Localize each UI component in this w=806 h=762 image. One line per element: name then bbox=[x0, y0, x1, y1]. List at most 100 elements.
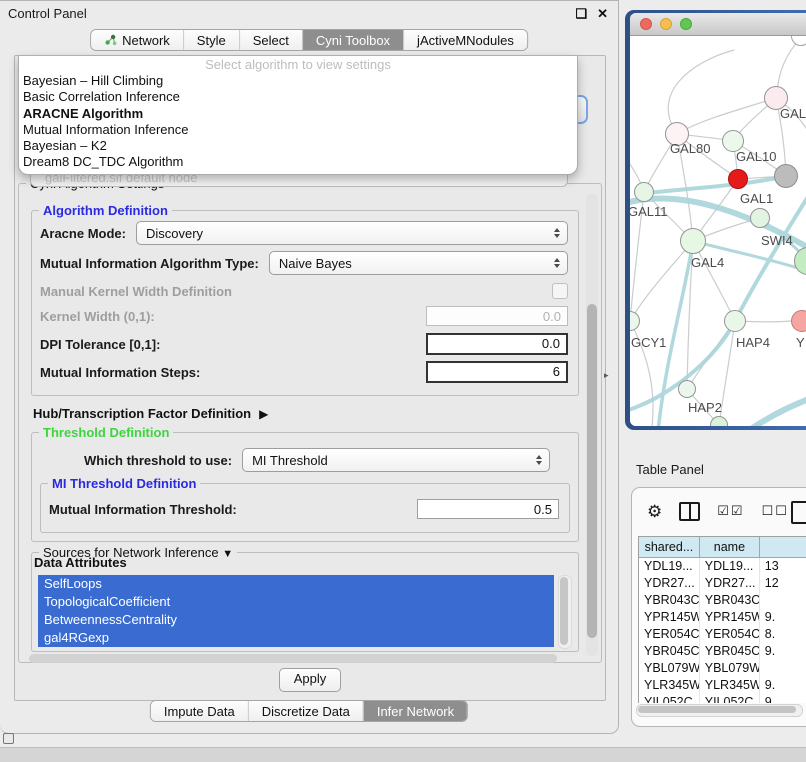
node-label-hap2: HAP2 bbox=[688, 400, 722, 415]
column-header-partial[interactable] bbox=[760, 537, 806, 558]
aracne-mode-value: Discovery bbox=[146, 226, 203, 241]
cyni-bottom-tab-bar: Impute Data Discretize Data Infer Networ… bbox=[150, 700, 468, 722]
settings-vertical-scrollbar[interactable] bbox=[586, 194, 598, 656]
list-item[interactable]: SelfLoops bbox=[38, 575, 554, 593]
table-cell: 9. bbox=[760, 609, 806, 626]
float-window-icon[interactable]: ❑ bbox=[575, 7, 587, 20]
network-canvas[interactable]: GAL GAL80 GAL10 GAL1 GAL11 SWI4 GAL4 GCY… bbox=[630, 36, 806, 426]
deselect-all-checks-icon[interactable]: ☐☐ bbox=[762, 503, 789, 519]
hub-definition-expander[interactable]: Hub/Transcription Factor Definition ▶ bbox=[33, 406, 268, 421]
which-threshold-label: Which threshold to use: bbox=[84, 453, 232, 468]
node-label-swi4: SWI4 bbox=[761, 233, 793, 248]
tab-infer-network[interactable]: Infer Network bbox=[363, 701, 467, 721]
table-row[interactable]: YBR045C YBR045C 9. bbox=[639, 643, 806, 660]
algorithm-option[interactable]: Mutual Information Inference bbox=[19, 122, 577, 138]
tab-select[interactable]: Select bbox=[239, 30, 302, 50]
column-header-name[interactable]: name bbox=[700, 537, 760, 558]
tab-network[interactable]: Network bbox=[91, 30, 183, 50]
attributes-list-scrollbar[interactable] bbox=[558, 575, 572, 649]
settings-scrollbar-thumb[interactable] bbox=[587, 304, 597, 638]
apply-button[interactable]: Apply bbox=[279, 668, 342, 692]
tab-cyni-toolbox[interactable]: Cyni Toolbox bbox=[302, 30, 403, 50]
table-cell: 9. bbox=[760, 677, 806, 694]
node-label-gal4: GAL4 bbox=[691, 255, 724, 270]
node-salmon-partial[interactable] bbox=[791, 310, 806, 332]
tab-jactivemnodules[interactable]: jActiveMNodules bbox=[403, 30, 527, 50]
node-swi4[interactable] bbox=[750, 208, 770, 228]
tab-discretize-data-label: Discretize Data bbox=[262, 704, 350, 719]
table-row[interactable]: YDR27... YDR27... 12 bbox=[639, 575, 806, 592]
algorithm-option-selected[interactable]: ARACNE Algorithm bbox=[19, 106, 577, 122]
node-label-gal-partial: GAL bbox=[780, 106, 806, 121]
which-threshold-combo[interactable]: MI Threshold bbox=[242, 448, 550, 472]
node-label-y-partial: Y bbox=[796, 335, 805, 350]
node-gal11[interactable] bbox=[634, 182, 654, 202]
columns-icon[interactable] bbox=[679, 502, 700, 521]
table-cell: YER054C bbox=[700, 626, 760, 643]
node-hap2[interactable] bbox=[678, 380, 696, 398]
mi-type-label: Mutual Information Algorithm Type: bbox=[40, 256, 259, 271]
algorithm-option[interactable]: Bayesian – Hill Climbing bbox=[19, 73, 577, 89]
node-hap4[interactable] bbox=[724, 310, 746, 332]
algorithm-definition-legend: Algorithm Definition bbox=[39, 203, 172, 218]
list-item[interactable]: gal4RGexp bbox=[38, 629, 554, 647]
manual-kernel-checkbox[interactable] bbox=[552, 283, 568, 299]
mi-steps-field[interactable]: 6 bbox=[426, 361, 568, 383]
list-item[interactable]: TopologicalCoefficient bbox=[38, 593, 554, 611]
table-row[interactable]: YBR043C YBR043C bbox=[639, 592, 806, 609]
node-table: shared... name YDL19... YDL19... 13 YDR2… bbox=[638, 536, 806, 703]
tab-select-label: Select bbox=[253, 33, 289, 48]
table-row[interactable]: YIL052C YIL052C 9. bbox=[639, 694, 806, 703]
collapsed-panel-icon[interactable] bbox=[3, 733, 14, 744]
table-cell: YLR345W bbox=[700, 677, 760, 694]
mi-type-combo[interactable]: Naive Bayes bbox=[269, 251, 568, 275]
node-gal1[interactable] bbox=[728, 169, 748, 189]
algorithm-definition-group: Algorithm Definition Aracne Mode: Discov… bbox=[31, 210, 579, 396]
table-row[interactable]: YPR145W YPR145W 9. bbox=[639, 609, 806, 626]
mi-threshold-field[interactable]: 0.5 bbox=[417, 499, 559, 519]
table-horizontal-scrollbar[interactable] bbox=[636, 704, 803, 717]
list-item[interactable]: BetweennessCentrality bbox=[38, 611, 554, 629]
column-header-shared-name[interactable]: shared... bbox=[639, 537, 700, 558]
node-label-gal11: GAL11 bbox=[630, 204, 668, 219]
table-toolbar: ⚙ ☑☑ ☐☐ bbox=[632, 488, 806, 534]
mi-threshold-group: MI Threshold Definition Mutual Informati… bbox=[40, 483, 570, 533]
minimize-traffic-light[interactable] bbox=[660, 18, 672, 30]
node-gray[interactable] bbox=[774, 164, 798, 188]
dpi-tolerance-field[interactable]: 0.0 bbox=[426, 333, 568, 355]
table-cell: YDR27... bbox=[639, 575, 700, 592]
tab-discretize-data[interactable]: Discretize Data bbox=[248, 701, 363, 721]
close-traffic-light[interactable] bbox=[640, 18, 652, 30]
table-header-row: shared... name bbox=[639, 537, 806, 558]
tab-cyni-toolbox-label: Cyni Toolbox bbox=[316, 33, 390, 48]
table-cell: YBR045C bbox=[639, 643, 700, 660]
table-row[interactable]: YDL19... YDL19... 13 bbox=[639, 558, 806, 575]
node-gal4[interactable] bbox=[680, 228, 706, 254]
table-row[interactable]: YLR345W YLR345W 9. bbox=[639, 677, 806, 694]
tab-style[interactable]: Style bbox=[183, 30, 239, 50]
table-cell: 9. bbox=[760, 694, 806, 703]
settings-horizontal-scrollbar[interactable] bbox=[29, 654, 557, 663]
gear-icon[interactable]: ⚙ bbox=[647, 503, 662, 520]
algorithm-option[interactable]: Basic Correlation Inference bbox=[19, 89, 577, 105]
aracne-mode-combo[interactable]: Discovery bbox=[136, 221, 568, 245]
kernel-width-field[interactable]: 0.0 bbox=[426, 306, 568, 326]
panel-splitter-arrow[interactable]: ▸ bbox=[604, 371, 609, 380]
network-icon bbox=[104, 34, 117, 46]
table-cell: YBL079W bbox=[700, 660, 760, 677]
algorithm-option[interactable]: Dream8 DC_TDC Algorithm bbox=[19, 154, 577, 170]
table-scrollbar-thumb[interactable] bbox=[638, 706, 796, 713]
table-panel-window: ⚙ ☑☑ ☐☐ shared... name YDL19... YDL19...… bbox=[631, 487, 806, 727]
document-icon[interactable] bbox=[791, 501, 806, 524]
zoom-traffic-light[interactable] bbox=[680, 18, 692, 30]
tab-impute-data[interactable]: Impute Data bbox=[151, 701, 248, 721]
table-row[interactable]: YBL079W YBL079W bbox=[639, 660, 806, 677]
table-row[interactable]: YER054C YER054C 8. bbox=[639, 626, 806, 643]
table-cell: YIL052C bbox=[700, 694, 760, 703]
table-cell: YPR145W bbox=[700, 609, 760, 626]
attributes-scrollbar-thumb[interactable] bbox=[560, 577, 568, 645]
select-all-checks-icon[interactable]: ☑☑ bbox=[717, 503, 744, 519]
table-cell: 13 bbox=[760, 558, 806, 575]
algorithm-option[interactable]: Bayesian – K2 bbox=[19, 138, 577, 154]
close-icon[interactable]: ✕ bbox=[597, 7, 608, 20]
